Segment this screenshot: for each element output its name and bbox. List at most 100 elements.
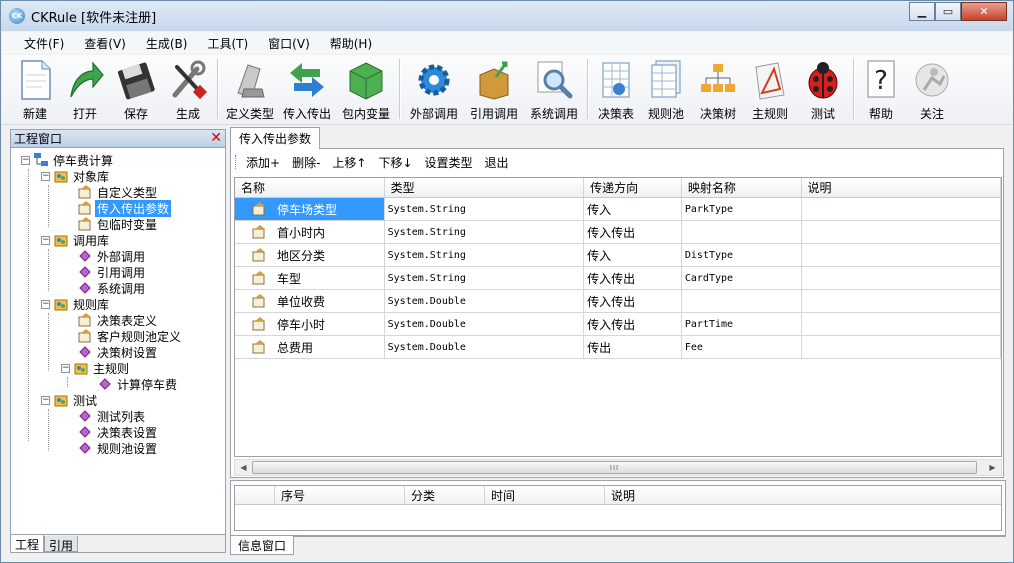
tree-node-reference-call[interactable]: 引用调用 [77,264,147,280]
cell-description[interactable] [802,244,1001,266]
tree-node-io-params[interactable]: 传入传出参数 [77,199,172,217]
cell-type[interactable]: System.String [385,198,585,220]
cell-name[interactable]: 首小时内 [235,221,385,243]
tab-io-params[interactable]: 传入传出参数 [230,127,320,149]
cell-map-name[interactable]: ParkType [682,198,802,220]
move-down-button[interactable]: 下移↓ [378,154,412,171]
col-time[interactable]: 时间 [485,486,605,504]
open-button[interactable]: 打开 [60,55,110,123]
tab-info-window[interactable]: 信息窗口 [230,536,294,555]
table-row[interactable]: 停车场类型 System.String 传入 ParkType [235,198,1001,221]
tree-node-main-rule[interactable]: − 主规则 [61,360,131,376]
col-type[interactable]: 类型 [385,178,585,197]
cell-name[interactable]: 停车场类型 [235,198,385,220]
tree-node-temp-vars[interactable]: 包临时变量 [77,216,159,232]
cell-direction[interactable]: 传入传出 [584,221,682,243]
cell-description[interactable] [802,198,1001,220]
tree-node-test-list[interactable]: 测试列表 [77,408,147,424]
save-button[interactable]: 保存 [110,55,162,123]
cell-type[interactable]: System.Double [385,290,585,312]
table-row[interactable]: 停车小时 System.Double 传入传出 PartTime [235,313,1001,336]
col-seq[interactable]: 序号 [275,486,405,504]
tree-node-decision-table-settings[interactable]: 决策表设置 [77,424,159,440]
tree-node-decision-tree-settings[interactable]: 决策树设置 [77,344,159,360]
tab-reference[interactable]: 引用 [44,536,79,553]
in-out-button[interactable]: 传入传出 [278,55,336,123]
menu-view[interactable]: 查看(V) [74,35,136,52]
cell-direction[interactable]: 传入 [584,198,682,220]
tree-node-external-call[interactable]: 外部调用 [77,248,147,264]
tree-node-system-call[interactable]: 系统调用 [77,280,147,296]
cell-name[interactable]: 单位收费 [235,290,385,312]
collapse-icon[interactable]: − [61,363,70,373]
cell-name[interactable]: 车型 [235,267,385,289]
cell-type[interactable]: System.Double [385,336,585,358]
collapse-icon[interactable]: − [41,395,50,405]
menu-tools[interactable]: 工具(T) [197,35,258,52]
horizontal-scrollbar[interactable]: ◀ III ▶ [234,459,1002,476]
tree-node-decision-table-def[interactable]: 决策表定义 [77,312,159,328]
table-row[interactable]: 首小时内 System.String 传入传出 [235,221,1001,244]
cell-map-name[interactable]: CardType [682,267,802,289]
cell-description[interactable] [802,313,1001,335]
delete-button[interactable]: 删除- [292,154,320,171]
exit-button[interactable]: 退出 [485,154,509,171]
table-row[interactable]: 车型 System.String 传入传出 CardType [235,267,1001,290]
cell-name[interactable]: 总费用 [235,336,385,358]
cell-type[interactable]: System.Double [385,313,585,335]
cell-map-name[interactable]: Fee [682,336,802,358]
external-call-button[interactable]: 外部调用 [404,55,464,123]
cell-map-name[interactable] [682,290,802,312]
tab-project[interactable]: 工程 [11,535,45,552]
menu-window[interactable]: 窗口(V) [258,35,320,52]
cell-map-name[interactable]: DistType [682,244,802,266]
tree-node-root[interactable]: − 停车费计算 [21,152,115,168]
close-pane-icon[interactable]: ✕ [210,131,222,145]
build-button[interactable]: 生成 [162,55,214,123]
tree-node-rule-pool-settings[interactable]: 规则池设置 [77,440,159,456]
col-category[interactable]: 分类 [405,486,485,504]
decision-tree-button[interactable]: 决策树 [692,55,744,123]
scroll-left-icon[interactable]: ◀ [235,460,252,475]
cell-direction[interactable]: 传入传出 [584,290,682,312]
col-direction[interactable]: 传递方向 [584,178,682,197]
scroll-thumb[interactable]: III [252,461,977,474]
package-var-button[interactable]: 包内变量 [336,55,396,123]
main-rule-button[interactable]: 主规则 [744,55,796,123]
reference-call-button[interactable]: 引用调用 [464,55,524,123]
cell-name[interactable]: 地区分类 [235,244,385,266]
table-row[interactable]: 总费用 System.Double 传出 Fee [235,336,1001,359]
cell-description[interactable] [802,267,1001,289]
move-up-button[interactable]: 上移↑ [332,154,366,171]
cell-direction[interactable]: 传入传出 [584,313,682,335]
collapse-icon[interactable]: − [41,299,50,309]
tree-node-rule-lib[interactable]: − 规则库 [41,296,111,312]
cell-direction[interactable]: 传入传出 [584,267,682,289]
col-description[interactable]: 说明 [802,178,1001,197]
test-button[interactable]: 测试 [796,55,850,123]
cell-description[interactable] [802,221,1001,243]
table-row[interactable]: 地区分类 System.String 传入 DistType [235,244,1001,267]
col-map-name[interactable]: 映射名称 [682,178,802,197]
cell-type[interactable]: System.String [385,244,585,266]
cell-map-name[interactable]: PartTime [682,313,802,335]
define-type-button[interactable]: 定义类型 [222,55,278,123]
cell-description[interactable] [802,290,1001,312]
set-type-button[interactable]: 设置类型 [425,154,473,171]
new-button[interactable]: 新建 [10,55,60,123]
close-button[interactable]: ✕ [961,2,1007,21]
scroll-right-icon[interactable]: ▶ [984,460,1001,475]
col-name[interactable]: 名称 [235,178,385,197]
maximize-button[interactable]: ▭ [935,2,961,21]
menu-build[interactable]: 生成(B) [136,35,198,52]
add-button[interactable]: 添加+ [246,154,280,171]
tree-node-call-lib[interactable]: − 调用库 [41,232,111,248]
cell-map-name[interactable] [682,221,802,243]
rule-pool-button[interactable]: 规则池 [640,55,692,123]
collapse-icon[interactable]: − [41,235,50,245]
cell-description[interactable] [802,336,1001,358]
help-button[interactable]: ? 帮助 [858,55,904,123]
system-call-button[interactable]: 系统调用 [524,55,584,123]
collapse-icon[interactable]: − [41,171,50,181]
menu-help[interactable]: 帮助(H) [320,35,382,52]
